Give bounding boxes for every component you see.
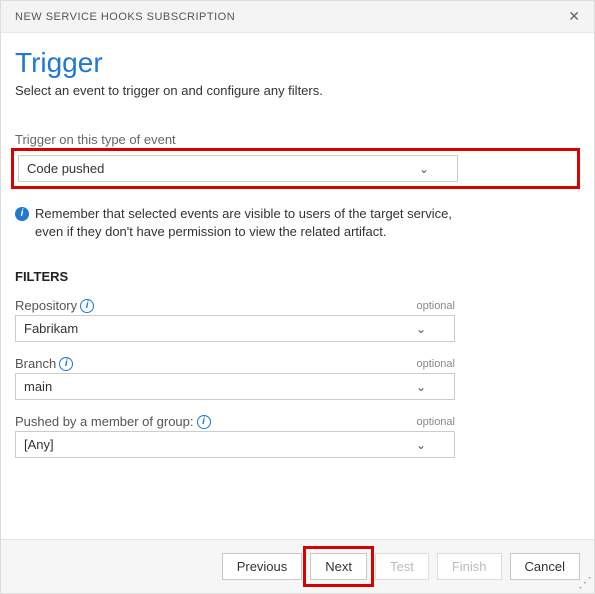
event-type-value: Code pushed — [27, 161, 104, 176]
info-icon[interactable]: i — [197, 415, 211, 429]
branch-value: main — [24, 379, 52, 394]
branch-select[interactable]: main ⌄ — [15, 373, 455, 400]
event-note-text: Remember that selected events are visibl… — [35, 205, 455, 241]
finish-button: Finish — [437, 553, 502, 580]
repository-label: Repository i — [15, 298, 94, 313]
group-filter: Pushed by a member of group: i optional … — [15, 414, 455, 458]
chevron-down-icon: ⌄ — [419, 162, 429, 176]
branch-label: Branch i — [15, 356, 73, 371]
filters-heading: FILTERS — [15, 269, 580, 284]
branch-optional: optional — [416, 358, 455, 370]
page-subtitle: Select an event to trigger on and config… — [15, 83, 580, 98]
repository-value: Fabrikam — [24, 321, 78, 336]
page-title: Trigger — [15, 47, 580, 79]
previous-button[interactable]: Previous — [222, 553, 303, 580]
event-type-label: Trigger on this type of event — [15, 132, 580, 147]
event-type-select[interactable]: Code pushed ⌄ — [18, 155, 458, 182]
test-button: Test — [375, 553, 429, 580]
info-icon: i — [15, 207, 29, 221]
dialog-content: Trigger Select an event to trigger on an… — [1, 33, 594, 458]
group-select[interactable]: [Any] ⌄ — [15, 431, 455, 458]
repository-select[interactable]: Fabrikam ⌄ — [15, 315, 455, 342]
event-type-highlight: Code pushed ⌄ — [11, 148, 580, 189]
dialog-title: NEW SERVICE HOOKS SUBSCRIPTION — [15, 11, 235, 23]
group-value: [Any] — [24, 437, 54, 452]
info-icon[interactable]: i — [59, 357, 73, 371]
chevron-down-icon: ⌄ — [416, 322, 426, 336]
group-optional: optional — [416, 416, 455, 428]
branch-filter: Branch i optional main ⌄ — [15, 356, 455, 400]
repository-optional: optional — [416, 300, 455, 312]
dialog-footer: Previous Next Test Finish Cancel — [1, 539, 594, 593]
chevron-down-icon: ⌄ — [416, 380, 426, 394]
close-icon[interactable]: ✕ — [568, 8, 580, 25]
next-button[interactable]: Next — [310, 553, 367, 580]
group-label: Pushed by a member of group: i — [15, 414, 211, 429]
event-note: i Remember that selected events are visi… — [15, 205, 455, 241]
repository-filter: Repository i optional Fabrikam ⌄ — [15, 298, 455, 342]
info-icon[interactable]: i — [80, 299, 94, 313]
cancel-button[interactable]: Cancel — [510, 553, 580, 580]
dialog-header: NEW SERVICE HOOKS SUBSCRIPTION ✕ — [1, 1, 594, 33]
chevron-down-icon: ⌄ — [416, 438, 426, 452]
